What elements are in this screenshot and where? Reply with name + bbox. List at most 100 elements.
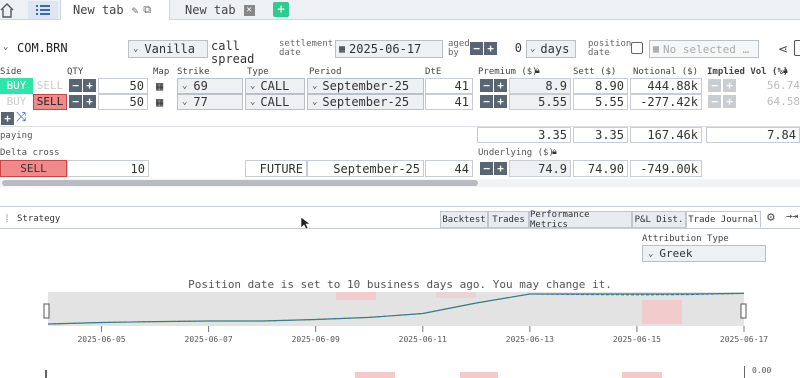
underlying-increment-button[interactable]: +	[494, 162, 507, 175]
tab-trades[interactable]: Trades	[488, 211, 529, 228]
home-icon[interactable]	[0, 2, 14, 18]
drag-handle-icon[interactable]: ⁞	[4, 214, 10, 226]
lower-axis-tick	[744, 366, 745, 378]
tab-1[interactable]: New tab ✎ ⧉	[60, 0, 170, 20]
period-value: September-25	[322, 95, 410, 109]
copy-icon[interactable]: ⧉	[143, 3, 151, 17]
strategy-type-select[interactable]: ⌄ Vanilla	[128, 40, 208, 58]
buy-button[interactable]: BUY	[0, 78, 33, 94]
col-qty: QTY	[67, 67, 84, 77]
chevron-down-icon: ⌄	[250, 97, 256, 107]
col-period: Period	[309, 67, 342, 77]
tab-backtest[interactable]: Backtest	[440, 211, 488, 228]
panel-splitter[interactable]	[0, 206, 800, 207]
iv-decrement-button[interactable]: −	[708, 79, 721, 92]
settlement-date-field[interactable]: ▦ 2025-06-17	[335, 40, 443, 58]
position-date-checkbox[interactable]	[631, 42, 643, 54]
highlight-block	[436, 292, 476, 298]
qty-decrement-button[interactable]: −	[69, 79, 82, 92]
type-select[interactable]: ⌄ CALL	[245, 94, 305, 110]
leg-row: BUY SELL − + 50 ▦ ⌄ 69 ⌄ CALL ⌄ September-2…	[0, 78, 800, 95]
qty-increment-button[interactable]: +	[83, 79, 96, 92]
window-icon[interactable]	[794, 40, 800, 56]
add-tab-button[interactable]: +	[273, 2, 289, 17]
summary-premium: 3.35	[477, 127, 571, 143]
premium-decrement-button[interactable]: −	[480, 95, 493, 108]
grid-map-icon[interactable]: ▦	[156, 79, 163, 93]
aged-label: aged by	[448, 39, 470, 58]
col-map: Map	[153, 67, 170, 77]
aged-value[interactable]: 0	[500, 41, 522, 55]
collapse-chevron-icon[interactable]: ⌄	[3, 42, 8, 52]
aged-unit-select[interactable]: ⌄ days	[526, 40, 576, 58]
delta-qty[interactable]: 10	[67, 160, 149, 177]
calendar-icon: ▦	[653, 43, 660, 55]
tab-bar: New tab ✎ ⧉ New tab ✕ +	[0, 0, 800, 20]
iv-decrement-button[interactable]: −	[708, 95, 721, 108]
attribution-select[interactable]: ⌄ Greek	[642, 245, 766, 262]
add-leg-button[interactable]: +	[1, 112, 14, 125]
settlement-date-value: 2025-06-17	[349, 42, 422, 56]
underlying-input[interactable]: 74.9	[509, 160, 571, 177]
sell-button[interactable]: SELL	[33, 78, 67, 94]
tab-2[interactable]: New tab ✕	[171, 0, 267, 20]
calendar-icon: ▦	[339, 43, 346, 55]
type-value: CALL	[260, 79, 290, 93]
aged-decrement-button[interactable]: −	[470, 42, 483, 55]
qty-increment-button[interactable]: +	[83, 95, 96, 108]
settlement-label: settlement date	[279, 39, 334, 58]
tab-trade-journal[interactable]: Trade Journal	[686, 211, 761, 228]
highlight-block	[336, 292, 376, 300]
lock-icon[interactable]: 🔒︎	[535, 66, 540, 76]
share-icon[interactable]: ⋖	[778, 42, 788, 56]
highlight-block	[642, 300, 682, 324]
shuffle-icon[interactable]: ⤨	[16, 110, 26, 125]
qty-input[interactable]: 50	[98, 78, 148, 94]
delta-label: Delta cross	[0, 148, 60, 158]
sett-value: 8.90	[573, 78, 628, 94]
col-premium: Premium ($)	[478, 67, 538, 77]
strategy-name: call spread	[211, 39, 255, 66]
iv-increment-button[interactable]: +	[723, 79, 736, 92]
strike-select[interactable]: ⌄ 77	[177, 94, 243, 110]
iv-increment-button[interactable]: +	[723, 95, 736, 108]
gear-icon[interactable]: ⚙	[767, 210, 775, 225]
list-icon[interactable]	[28, 1, 58, 19]
premium-decrement-button[interactable]: −	[480, 79, 493, 92]
scrollbar-thumb[interactable]	[2, 180, 478, 186]
delta-sell-button[interactable]: SELL	[0, 160, 67, 177]
chevron-down-icon: ⌄	[250, 81, 256, 91]
sell-button[interactable]: SELL	[33, 94, 67, 110]
collapse-right-icon[interactable]: →⇥	[786, 211, 798, 222]
period-select[interactable]: ⌄ September-25	[307, 94, 424, 110]
horizontal-scrollbar[interactable]	[0, 179, 800, 187]
col-side: Side	[0, 67, 22, 77]
x-tick-label: 2025-06-11	[399, 335, 447, 344]
qty-decrement-button[interactable]: −	[69, 95, 82, 108]
tab-pnl-dist[interactable]: P&L Dist.	[632, 211, 686, 228]
premium-increment-button[interactable]: +	[494, 95, 507, 108]
dte-value: 41	[425, 78, 473, 94]
close-icon[interactable]: ✕	[243, 4, 255, 16]
lock-icon[interactable]: 🔒︎	[783, 66, 788, 76]
underlying-decrement-button[interactable]: −	[480, 162, 493, 175]
buy-button[interactable]: BUY	[0, 94, 33, 110]
premium-input[interactable]: 5.55	[509, 94, 571, 110]
grid-map-icon[interactable]: ▦	[156, 95, 163, 109]
lock-icon[interactable]: 🔒︎	[552, 147, 557, 157]
aged-increment-button[interactable]: +	[484, 42, 497, 55]
tab-performance-metrics[interactable]: Performance Metrics	[529, 210, 632, 230]
dte-value: 41	[425, 94, 473, 110]
premium-input[interactable]: 8.9	[509, 78, 571, 94]
chevron-down-icon: ⌄	[648, 248, 654, 259]
position-date-field[interactable]: ▦ No selected …	[649, 40, 759, 58]
edit-icon[interactable]: ✎	[132, 4, 139, 17]
strike-select[interactable]: ⌄ 69	[177, 78, 243, 94]
col-notional: Notional ($)	[633, 67, 699, 77]
x-tick-label: 2025-06-13	[506, 335, 554, 344]
type-select[interactable]: ⌄ CALL	[245, 78, 305, 94]
premium-increment-button[interactable]: +	[494, 79, 507, 92]
qty-input[interactable]: 50	[98, 94, 148, 110]
period-select[interactable]: ⌄ September-25	[307, 78, 424, 94]
timeline-chart[interactable]: 2025-06-05 2025-06-07 2025-06-09 2025-06-11…	[0, 290, 800, 346]
